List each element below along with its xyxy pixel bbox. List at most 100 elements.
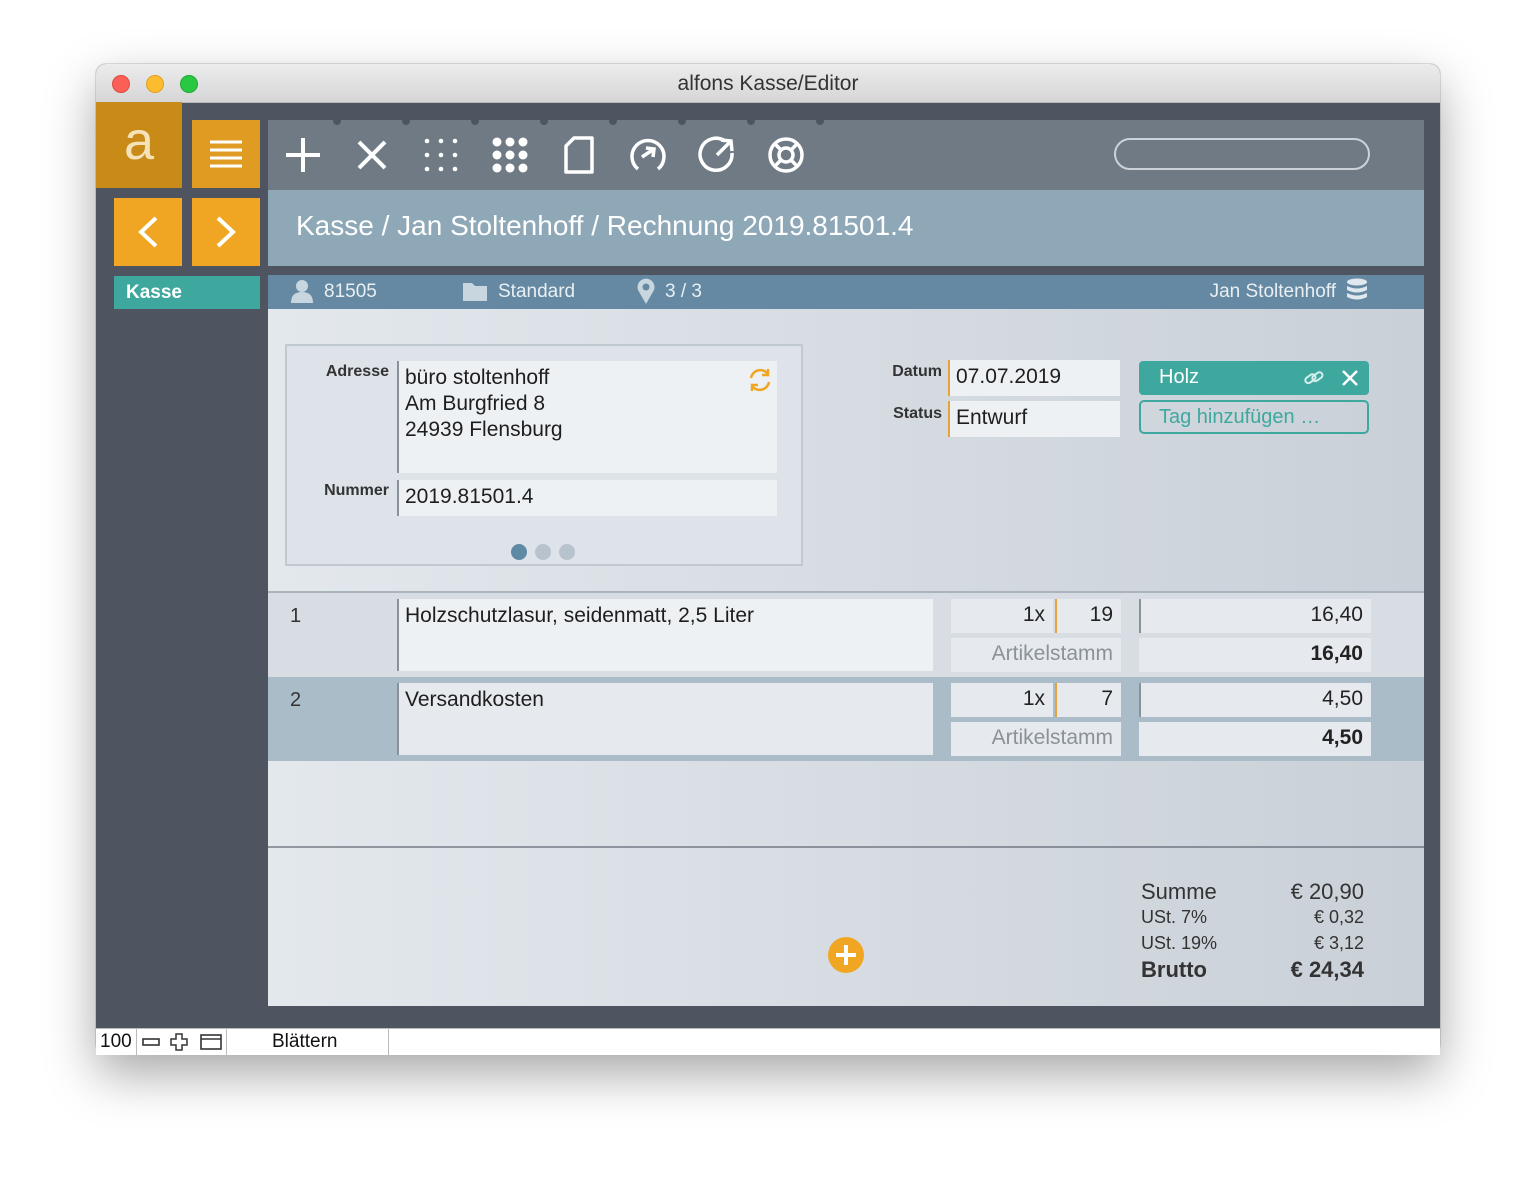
location-count[interactable]: 3 / 3 [665, 281, 702, 303]
location-pin-icon [637, 278, 655, 304]
item-quantity[interactable]: 1x [951, 599, 1053, 633]
item-source[interactable]: Artikelstamm [951, 722, 1121, 756]
number-label: Nummer [324, 482, 389, 499]
sum-label: Summe [1141, 879, 1217, 904]
item-quantity[interactable]: 1x [951, 683, 1053, 717]
lifebuoy-icon [768, 137, 804, 173]
mode-label[interactable]: Blättern [272, 1031, 337, 1053]
sidebar-item-kasse[interactable]: Kasse [114, 276, 260, 309]
item-total: 16,40 [1139, 638, 1371, 672]
vat19-value: € 3,12 [1313, 933, 1364, 953]
list-menu-icon [210, 140, 242, 168]
small-grid-button[interactable] [412, 126, 470, 184]
forward-button[interactable] [192, 198, 260, 266]
back-button[interactable] [114, 198, 182, 266]
status-separator [136, 1029, 137, 1055]
toolbar-separator [609, 117, 617, 125]
toolbar-separator [816, 117, 824, 125]
app-window: alfons Kasse/Editor a Kasse Kasse / Jan … [96, 64, 1440, 1054]
item-description[interactable]: Versandkosten [397, 683, 933, 755]
search-input[interactable] [1114, 138, 1370, 170]
page-dot-active[interactable] [511, 544, 527, 560]
user-name: Jan Stoltenhoff [1209, 281, 1336, 302]
database-icon[interactable] [1346, 278, 1368, 302]
dot-grid-icon [424, 138, 458, 172]
vat7-label: USt. 7% [1141, 907, 1208, 927]
chevron-left-icon [138, 216, 158, 248]
address-line: 24939 Flensburg [405, 418, 563, 441]
editor-content: Adresse büro stoltenhoff Am Burgfried 8 … [268, 309, 1424, 1006]
chevron-right-icon [216, 216, 236, 248]
app-logo[interactable]: a [96, 102, 182, 188]
address-line: Am Burgfried 8 [405, 392, 546, 415]
add-item-button[interactable] [828, 937, 864, 973]
toolbar-separator [747, 117, 755, 125]
toolbar-separator [333, 117, 341, 125]
item-price[interactable]: 16,40 [1139, 599, 1371, 633]
toolbar [268, 117, 1424, 191]
page-dot[interactable] [559, 544, 575, 560]
document-icon [564, 136, 594, 174]
item-tax-rate[interactable]: 7 [1055, 683, 1121, 717]
add-tag-label: Tag hinzufügen … [1159, 406, 1321, 428]
number-field[interactable]: 2019.81501.4 [397, 480, 777, 516]
status-label: Status [893, 405, 942, 422]
grid-icon [492, 137, 528, 173]
add-button[interactable] [274, 126, 332, 184]
gross-value: € 24,34 [1290, 957, 1364, 982]
help-button[interactable] [757, 126, 815, 184]
date-label: Datum [892, 363, 942, 380]
menu-button[interactable] [192, 120, 260, 188]
toggle-toolbar-icon[interactable] [200, 1034, 222, 1050]
status-separator [388, 1029, 389, 1055]
close-icon [357, 140, 387, 170]
plus-icon [836, 945, 856, 965]
undo-button[interactable] [619, 126, 677, 184]
delete-button[interactable] [343, 126, 401, 184]
close-icon[interactable] [1341, 369, 1359, 387]
item-description[interactable]: Holzschutzlasur, seidenmatt, 2,5 Liter [397, 599, 933, 671]
row-position: 1 [290, 605, 302, 627]
zoom-in-icon[interactable] [170, 1033, 188, 1051]
table-row[interactable]: 1 Holzschutzlasur, seidenmatt, 2,5 Liter… [268, 593, 1424, 677]
folder-icon [463, 283, 487, 301]
breadcrumb: Kasse / Jan Stoltenhoff / Rechnung 2019.… [268, 190, 1424, 266]
gross-label: Brutto [1141, 957, 1207, 982]
tag-chip[interactable]: Holz [1139, 361, 1369, 395]
toolbar-separator [678, 117, 686, 125]
customer-number[interactable]: 81505 [324, 281, 377, 303]
sync-icon[interactable] [747, 367, 773, 393]
row-position: 2 [290, 689, 302, 711]
status-bar: 100 Blättern [96, 1028, 1440, 1055]
window-title: alfons Kasse/Editor [677, 72, 859, 95]
vat19-label: USt. 19% [1141, 933, 1218, 953]
info-bar: 81505 Standard 3 / 3 Jan Stoltenhoff [268, 275, 1424, 309]
item-price[interactable]: 4,50 [1139, 683, 1371, 717]
add-tag-button[interactable]: Tag hinzufügen … [1139, 400, 1369, 434]
address-field[interactable]: büro stoltenhoff Am Burgfried 8 24939 Fl… [397, 361, 777, 473]
sidebar-item-label: Kasse [126, 282, 182, 303]
link-icon[interactable] [1303, 368, 1325, 388]
status-field[interactable]: Entwurf [948, 401, 1120, 437]
folder-name[interactable]: Standard [498, 281, 575, 303]
redo-icon [698, 136, 734, 173]
document-button[interactable] [550, 126, 608, 184]
item-source[interactable]: Artikelstamm [951, 638, 1121, 672]
title-bar: alfons Kasse/Editor [96, 64, 1440, 103]
zoom-out-icon[interactable] [142, 1035, 160, 1049]
zoom-level: 100 [100, 1031, 132, 1052]
logo-letter: a [123, 111, 155, 171]
item-total: 4,50 [1139, 722, 1371, 756]
refresh-button[interactable] [688, 126, 746, 184]
toolbar-separator [402, 117, 410, 125]
page-dot[interactable] [535, 544, 551, 560]
large-grid-button[interactable] [481, 126, 539, 184]
table-row[interactable]: 2 Versandkosten 1x 7 4,50 Artikelstamm 4… [268, 677, 1424, 761]
breadcrumb-text: Kasse / Jan Stoltenhoff / Rechnung 2019.… [296, 210, 914, 241]
person-icon [291, 280, 313, 303]
date-field[interactable]: 07.07.2019 [948, 360, 1120, 396]
undo-icon [630, 138, 666, 171]
plus-icon [286, 138, 320, 172]
address-card: Adresse büro stoltenhoff Am Burgfried 8 … [285, 344, 803, 566]
item-tax-rate[interactable]: 19 [1055, 599, 1121, 633]
